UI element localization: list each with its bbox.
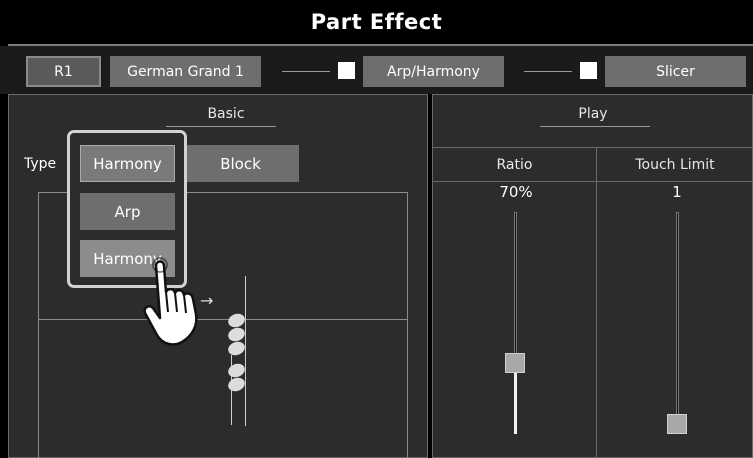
type-option-arp[interactable]: Arp bbox=[80, 193, 175, 230]
ratio-value: 70% bbox=[499, 183, 533, 201]
chain-connector bbox=[282, 71, 330, 72]
slicer-checkbox[interactable] bbox=[580, 62, 597, 79]
part-button[interactable]: R1 bbox=[26, 56, 101, 87]
touch-limit-slider-track[interactable] bbox=[676, 212, 679, 434]
voice-button[interactable]: German Grand 1 bbox=[110, 56, 261, 87]
basic-title: Basic bbox=[207, 106, 245, 122]
ratio-slider-thumb[interactable] bbox=[505, 353, 525, 374]
touch-limit-value: 1 bbox=[672, 183, 682, 201]
window-title: Part Effect bbox=[310, 10, 443, 34]
chain-connector bbox=[524, 71, 572, 72]
hand-pointer-icon bbox=[143, 257, 198, 346]
ratio-header: Ratio bbox=[433, 147, 596, 182]
arp-harmony-checkbox[interactable] bbox=[338, 62, 355, 79]
part-chain-bar: R1 German Grand 1 Arp/Harmony Slicer bbox=[0, 46, 753, 94]
type-label: Type bbox=[24, 156, 57, 172]
type-dropdown-current[interactable]: Harmony bbox=[80, 145, 175, 182]
play-title-underline bbox=[540, 126, 650, 127]
column-divider bbox=[596, 182, 597, 458]
ratio-slider-fill bbox=[514, 363, 517, 434]
basic-title-underline bbox=[166, 126, 276, 127]
play-title: Play bbox=[578, 106, 608, 122]
slicer-button[interactable]: Slicer bbox=[605, 56, 746, 87]
note-stem bbox=[245, 276, 246, 426]
touch-limit-header: Touch Limit bbox=[596, 147, 753, 182]
arp-harmony-button[interactable]: Arp/Harmony bbox=[363, 56, 504, 87]
title-bar: Part Effect bbox=[0, 0, 753, 44]
block-button[interactable]: Block bbox=[182, 145, 299, 182]
touch-limit-slider-thumb[interactable] bbox=[667, 414, 687, 434]
